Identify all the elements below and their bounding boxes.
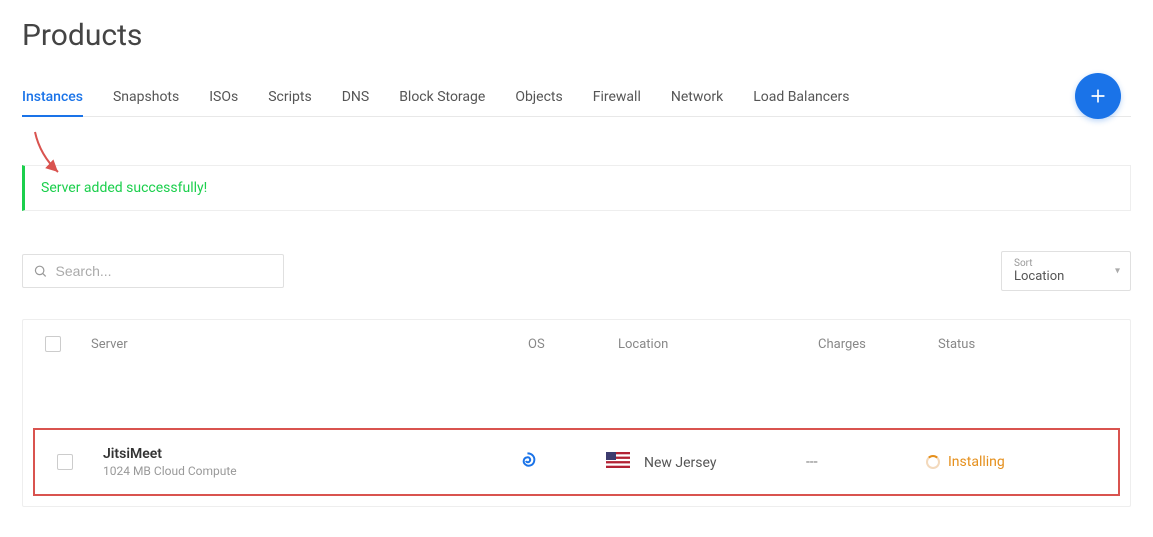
tab-dns[interactable]: DNS	[342, 79, 370, 116]
tab-instances[interactable]: Instances	[22, 79, 83, 117]
cell-status: Installing	[918, 454, 1118, 470]
search-icon	[33, 263, 48, 279]
tab-scripts[interactable]: Scripts	[268, 79, 311, 116]
success-alert: Server added successfully!	[22, 165, 1131, 211]
tab-network[interactable]: Network	[671, 79, 723, 116]
sort-value: Location	[1014, 269, 1118, 284]
annotation-arrow-icon	[30, 130, 70, 180]
search-box[interactable]	[22, 254, 284, 288]
tab-objects[interactable]: Objects	[515, 79, 562, 116]
us-flag-icon	[606, 452, 630, 472]
table-header-row: Server OS Location Charges Status	[23, 320, 1130, 368]
sort-select[interactable]: Sort Location ▾	[1001, 251, 1131, 291]
tab-load-balancers[interactable]: Load Balancers	[753, 79, 849, 116]
header-status: Status	[930, 337, 1130, 352]
location-text: New Jersey	[644, 455, 716, 471]
cell-os	[508, 449, 598, 475]
tab-block-storage[interactable]: Block Storage	[399, 79, 485, 116]
filter-row: Sort Location ▾	[22, 251, 1131, 291]
tab-isos[interactable]: ISOs	[209, 79, 238, 116]
header-location: Location	[610, 337, 810, 352]
table-row[interactable]: JitsiMeet 1024 MB Cloud Compute New Jers…	[33, 428, 1120, 496]
cell-charges: ---	[798, 454, 918, 470]
tabs: Instances Snapshots ISOs Scripts DNS Blo…	[22, 79, 850, 116]
header-charges: Charges	[810, 337, 930, 352]
spinner-icon	[926, 455, 940, 469]
header-server: Server	[83, 337, 520, 352]
tab-snapshots[interactable]: Snapshots	[113, 79, 179, 116]
page-title: Products	[22, 18, 1131, 53]
sort-label: Sort	[1014, 258, 1118, 269]
instances-table: Server OS Location Charges Status JitsiM…	[22, 319, 1131, 507]
debian-icon	[516, 449, 538, 471]
tab-firewall[interactable]: Firewall	[593, 79, 641, 116]
tabs-row: Instances Snapshots ISOs Scripts DNS Blo…	[22, 79, 1131, 117]
server-subtitle: 1024 MB Cloud Compute	[103, 464, 500, 478]
row-checkbox[interactable]	[57, 454, 73, 470]
status-text: Installing	[948, 454, 1005, 470]
add-button[interactable]	[1075, 73, 1121, 119]
select-all-checkbox[interactable]	[45, 336, 61, 352]
server-name: JitsiMeet	[103, 446, 500, 462]
header-os: OS	[520, 337, 610, 352]
search-input[interactable]	[56, 263, 274, 279]
cell-server: JitsiMeet 1024 MB Cloud Compute	[95, 446, 508, 478]
chevron-down-icon: ▾	[1115, 266, 1120, 277]
cell-location: New Jersey	[598, 452, 798, 473]
plus-icon	[1088, 86, 1108, 106]
